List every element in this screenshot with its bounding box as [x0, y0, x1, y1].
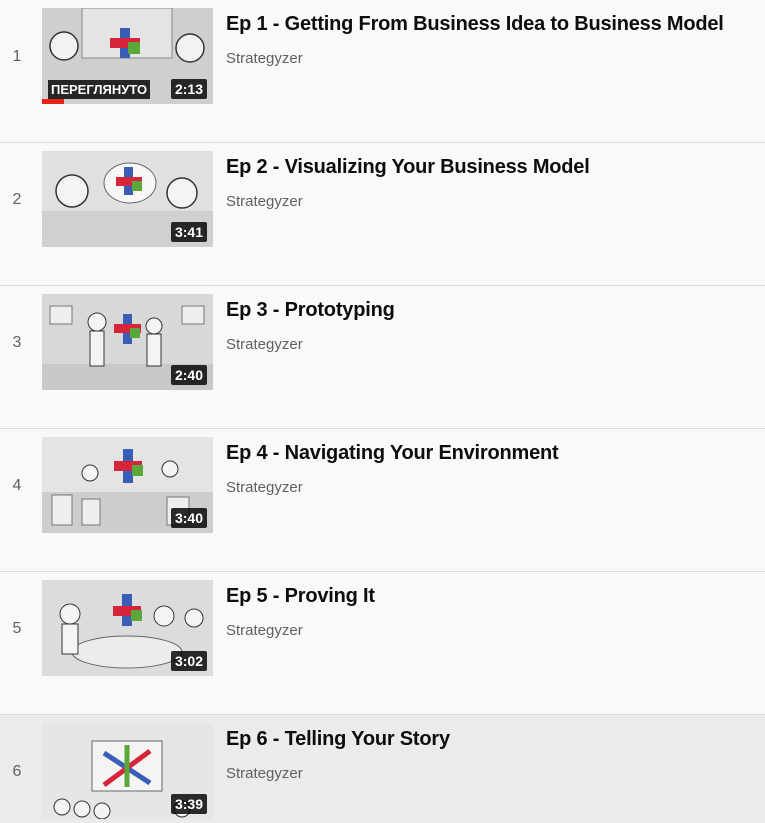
- playlist-item[interactable]: 4 3:40 Ep 4 - Navigating Your Environmen…: [0, 429, 765, 572]
- playlist-item-current[interactable]: 6 3:39 Ep 6 - Telling Your Story Strateg…: [0, 715, 765, 823]
- video-thumbnail[interactable]: 3:02: [42, 580, 213, 676]
- video-title[interactable]: Ep 6 - Telling Your Story: [226, 728, 763, 751]
- item-index: 6: [12, 763, 22, 780]
- playlist-item[interactable]: 3 2:40 Ep 3 - Prototyping Strategyzer: [0, 286, 765, 429]
- watched-badge: ПЕРЕГЛЯНУТО: [48, 80, 151, 99]
- playlist-item[interactable]: 1 ПЕРЕГЛЯНУТО 2:13 Ep 1 - Getting From B…: [0, 0, 765, 143]
- item-index: 4: [12, 477, 22, 494]
- channel-name[interactable]: Strategyzer: [226, 622, 303, 639]
- playlist-item[interactable]: 5 3:02 Ep 5 - Proving It Strategyzer: [0, 572, 765, 715]
- video-thumbnail[interactable]: 3:40: [42, 437, 213, 533]
- item-index: 5: [12, 620, 22, 637]
- duration-badge: 3:02: [170, 651, 207, 671]
- channel-name[interactable]: Strategyzer: [226, 479, 303, 496]
- video-title[interactable]: Ep 5 - Proving It: [226, 585, 763, 608]
- channel-name[interactable]: Strategyzer: [226, 336, 303, 353]
- video-thumbnail[interactable]: 3:39: [42, 723, 213, 819]
- video-thumbnail[interactable]: 3:41: [42, 151, 213, 247]
- item-index: 3: [12, 334, 22, 351]
- video-title[interactable]: Ep 1 - Getting From Business Idea to Bus…: [226, 13, 763, 36]
- duration-badge: 2:40: [170, 365, 207, 385]
- duration-badge: 3:41: [170, 222, 207, 242]
- channel-name[interactable]: Strategyzer: [226, 193, 303, 210]
- playlist: 1 ПЕРЕГЛЯНУТО 2:13 Ep 1 - Getting From B…: [0, 0, 765, 823]
- video-thumbnail[interactable]: 2:40: [42, 294, 213, 390]
- channel-name[interactable]: Strategyzer: [226, 765, 303, 782]
- duration-badge: 2:13: [170, 79, 207, 99]
- channel-name[interactable]: Strategyzer: [226, 50, 303, 67]
- video-thumbnail[interactable]: ПЕРЕГЛЯНУТО 2:13: [42, 8, 213, 104]
- duration-badge: 3:39: [170, 794, 207, 814]
- video-title[interactable]: Ep 4 - Navigating Your Environment: [226, 442, 763, 465]
- video-title[interactable]: Ep 3 - Prototyping: [226, 299, 763, 322]
- video-title[interactable]: Ep 2 - Visualizing Your Business Model: [226, 156, 763, 179]
- watch-progress-bar: [42, 99, 65, 104]
- duration-badge: 3:40: [170, 508, 207, 528]
- item-index: 1: [12, 48, 22, 65]
- item-index: 2: [12, 191, 22, 208]
- playlist-item[interactable]: 2 3:41 Ep 2 - Visualizing Your Business …: [0, 143, 765, 286]
